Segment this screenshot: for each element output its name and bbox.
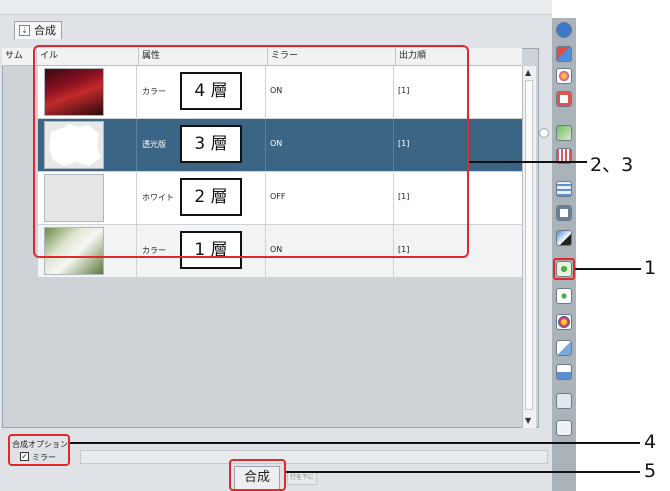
duplicate-icon[interactable] — [556, 340, 572, 356]
question-icon[interactable] — [556, 420, 572, 436]
header-thumbnail-a[interactable]: サム — [2, 48, 36, 65]
top-strip — [0, 0, 552, 15]
callout-label-4: 4 — [644, 431, 657, 453]
compose-options: 合成オプション ✓ ミラー — [8, 434, 70, 466]
vertical-scrollbar[interactable]: ▲ ▼ — [522, 66, 536, 428]
callout-label-5: 5 — [644, 460, 657, 482]
layer-copy-icon[interactable] — [556, 46, 572, 62]
compose-tool-highlight — [553, 258, 575, 280]
callout-label-1: 1 — [644, 257, 657, 279]
tab-icon: ⇣ — [19, 25, 30, 36]
splitter-handle[interactable] — [539, 128, 549, 138]
scroll-down-icon[interactable]: ▼ — [525, 416, 531, 425]
compose-button-highlight — [229, 459, 286, 491]
callout-line-5 — [286, 471, 640, 473]
callout-line-2-3 — [469, 161, 587, 163]
tab-compose[interactable]: ⇣ 合成 — [14, 21, 62, 39]
callout-line-4 — [70, 442, 640, 444]
split-icon[interactable] — [556, 364, 572, 380]
callout-line-1 — [575, 268, 641, 270]
arrange-icon[interactable] — [556, 288, 572, 304]
secondary-button[interactable]: 行を下に — [287, 471, 317, 485]
grid-icon[interactable] — [556, 181, 572, 197]
image-icon[interactable] — [556, 125, 572, 141]
options-title: 合成オプション — [12, 440, 68, 449]
target-icon[interactable] — [556, 314, 572, 330]
options-field — [80, 450, 548, 464]
color-icon[interactable] — [556, 68, 572, 84]
red-square-icon[interactable] — [556, 91, 572, 107]
scroll-thumb[interactable] — [525, 80, 533, 410]
star-icon[interactable] — [556, 230, 572, 246]
trash-icon[interactable] — [556, 393, 572, 409]
tab-label: 合成 — [34, 24, 56, 37]
layer-list-highlight — [33, 45, 469, 258]
mirror-checkbox[interactable]: ✓ — [20, 452, 29, 461]
callout-label-2-3: 2、3 — [590, 154, 634, 176]
mirror-checkbox-label: ミラー — [32, 453, 56, 462]
help-icon[interactable] — [556, 22, 572, 38]
scroll-up-icon[interactable]: ▲ — [525, 68, 531, 77]
frame-icon[interactable] — [556, 205, 572, 221]
